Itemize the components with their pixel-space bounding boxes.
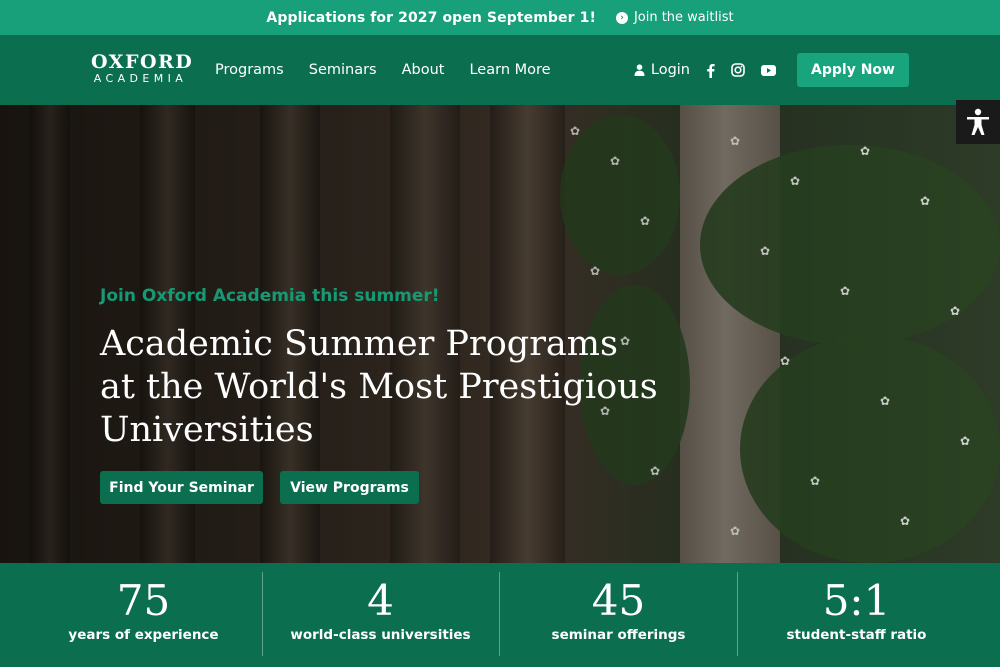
oxford-academia-logo[interactable]: OXFORD ACADEMIA [91,51,194,86]
hero-section: ✿ ✿ ✿ ✿ ✿ ✿ ✿ ✿ ✿ ✿ ✿ ✿ ✿ ✿ ✿ ✿ ✿ ✿ ✿ ✿ … [0,105,1000,563]
hero-subtitle: Join Oxford Academia this summer! [100,286,440,306]
find-your-seminar-button[interactable]: Find Your Seminar [100,471,263,504]
join-waitlist-link[interactable]: › Join the waitlist [615,10,734,25]
view-programs-button[interactable]: View Programs [280,471,419,504]
hero-title: Academic Summer Programs at the World's … [100,324,658,450]
user-icon [634,64,645,76]
nav-right: Login Apply Now [634,35,909,105]
stat-label: student-staff ratio [786,627,927,643]
main-navigation: OXFORD ACADEMIA Programs Seminars About … [0,35,1000,105]
arrow-right-circle-icon: › [615,11,628,24]
stat-label: seminar offerings [551,627,686,643]
nav-item-seminars[interactable]: Seminars [309,62,377,78]
stat-years: 75 years of experience [25,563,262,667]
nav-menu: Programs Seminars About Learn More [215,35,576,105]
stats-bar: 75 years of experience 4 world-class uni… [0,563,1000,667]
login-link[interactable]: Login [634,62,690,78]
nav-item-about[interactable]: About [402,62,445,78]
join-waitlist-label: Join the waitlist [633,10,734,25]
nav-item-programs[interactable]: Programs [215,62,284,78]
apply-now-button[interactable]: Apply Now [797,53,909,87]
facebook-icon[interactable] [706,63,715,78]
accessibility-button[interactable] [956,100,1000,144]
logo-name-top: OXFORD [91,51,194,73]
logo-name-bottom: ACADEMIA [93,72,188,85]
stat-label: world-class universities [290,627,471,643]
stat-value: 4 [367,576,394,625]
stat-value: 45 [591,576,646,625]
login-label: Login [650,62,690,78]
stat-universities: 4 world-class universities [262,563,499,667]
stat-value: 5:1 [822,576,891,625]
stat-label: years of experience [68,627,219,643]
stat-value: 75 [116,576,171,625]
accessibility-icon [967,108,989,135]
youtube-icon[interactable] [761,64,776,76]
nav-item-learn-more[interactable]: Learn More [469,62,550,78]
announcement-message: Applications for 2027 open September 1! [266,9,596,26]
stat-seminars: 45 seminar offerings [500,563,737,667]
announcement-bar: Applications for 2027 open September 1! … [0,0,1000,35]
stat-ratio: 5:1 student-staff ratio [738,563,975,667]
instagram-icon[interactable] [731,63,745,77]
